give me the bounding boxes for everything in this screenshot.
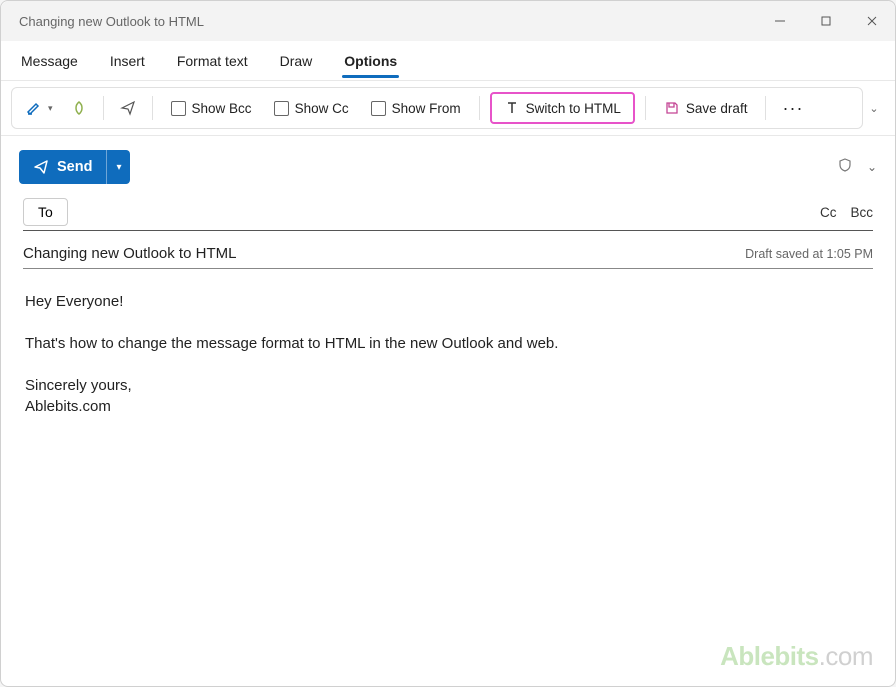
body-main: That's how to change the message format … <box>25 333 871 355</box>
ribbon-expand-button[interactable]: ⌄ <box>863 102 885 115</box>
message-body[interactable]: Hey Everyone! That's how to change the m… <box>19 291 877 417</box>
tab-draw[interactable]: Draw <box>278 45 315 77</box>
send-button-group: Send ▾ <box>19 150 130 184</box>
tab-message[interactable]: Message <box>19 45 80 77</box>
subject-row: Changing new Outlook to HTML Draft saved… <box>23 245 873 269</box>
chevron-down-icon: ⌄ <box>869 102 878 115</box>
show-bcc-label: Show Bcc <box>192 101 252 116</box>
window-controls <box>757 1 895 41</box>
subject-input[interactable]: Changing new Outlook to HTML <box>23 245 236 262</box>
switch-html-label: Switch to HTML <box>526 101 621 116</box>
cc-toggle[interactable]: Cc <box>820 205 837 220</box>
body-greeting: Hey Everyone! <box>25 291 871 313</box>
show-bcc-toggle[interactable]: Show Bcc <box>163 97 260 120</box>
body-signature: Ablebits.com <box>25 398 111 415</box>
maximize-icon <box>818 13 834 29</box>
send-button[interactable]: Send <box>19 150 106 184</box>
ribbon-container: ▾ Show Bcc Show Cc Show From <box>1 81 895 136</box>
show-from-label: Show From <box>392 101 461 116</box>
compose-pane: Send ▾ ⌄ To Cc Bcc <box>1 136 895 686</box>
to-input[interactable] <box>82 200 806 224</box>
plane-icon <box>120 100 136 116</box>
send-label: Send <box>57 159 92 175</box>
send-options-button[interactable]: ▾ <box>106 150 130 184</box>
compose-header-controls: ⌄ <box>837 157 877 178</box>
save-draft-button[interactable]: Save draft <box>656 96 756 120</box>
save-icon <box>664 100 680 116</box>
tab-format-text[interactable]: Format text <box>175 45 250 77</box>
text-icon <box>504 100 520 116</box>
ellipsis-icon: ··· <box>782 99 803 117</box>
recipients-row: To Cc Bcc <box>23 198 873 231</box>
body-closing: Sincerely yours, <box>25 377 132 394</box>
cc-bcc-toggles: Cc Bcc <box>820 205 873 220</box>
ribbon: ▾ Show Bcc Show Cc Show From <box>11 87 863 129</box>
draft-status: Draft saved at 1:05 PM <box>745 247 873 261</box>
sensitivity-button[interactable] <box>837 157 853 178</box>
tab-options[interactable]: Options <box>342 45 399 77</box>
minimize-icon <box>772 13 788 29</box>
expand-header-button[interactable]: ⌄ <box>867 160 877 174</box>
to-button[interactable]: To <box>23 198 68 226</box>
show-cc-label: Show Cc <box>295 101 349 116</box>
checkbox-icon <box>274 101 289 116</box>
titlebar: Changing new Outlook to HTML <box>1 1 895 41</box>
send-row: Send ▾ ⌄ <box>19 150 877 184</box>
close-icon <box>864 13 880 29</box>
close-button[interactable] <box>849 1 895 41</box>
pen-icon <box>26 100 42 116</box>
maximize-button[interactable] <box>803 1 849 41</box>
bcc-toggle[interactable]: Bcc <box>850 205 873 220</box>
more-options-button[interactable]: ··· <box>776 95 809 121</box>
send-icon <box>33 159 49 175</box>
switch-to-html-button[interactable]: Switch to HTML <box>490 92 635 124</box>
show-cc-toggle[interactable]: Show Cc <box>266 97 357 120</box>
chevron-down-icon: ▾ <box>48 103 53 114</box>
chevron-down-icon: ▾ <box>116 162 121 173</box>
encrypt-button[interactable] <box>65 96 93 120</box>
show-from-toggle[interactable]: Show From <box>363 97 469 120</box>
signature-button[interactable]: ▾ <box>20 96 59 120</box>
shield-icon <box>837 157 853 173</box>
tab-insert[interactable]: Insert <box>108 45 147 77</box>
app-window: Changing new Outlook to HTML Message Ins… <box>0 0 896 687</box>
request-receipt-button[interactable] <box>114 96 142 120</box>
chevron-down-icon: ⌄ <box>867 160 877 174</box>
checkbox-icon <box>171 101 186 116</box>
minimize-button[interactable] <box>757 1 803 41</box>
save-draft-label: Save draft <box>686 101 748 116</box>
window-title: Changing new Outlook to HTML <box>19 14 204 29</box>
checkbox-icon <box>371 101 386 116</box>
leaf-icon <box>71 100 87 116</box>
ribbon-tabs: Message Insert Format text Draw Options <box>1 41 895 81</box>
